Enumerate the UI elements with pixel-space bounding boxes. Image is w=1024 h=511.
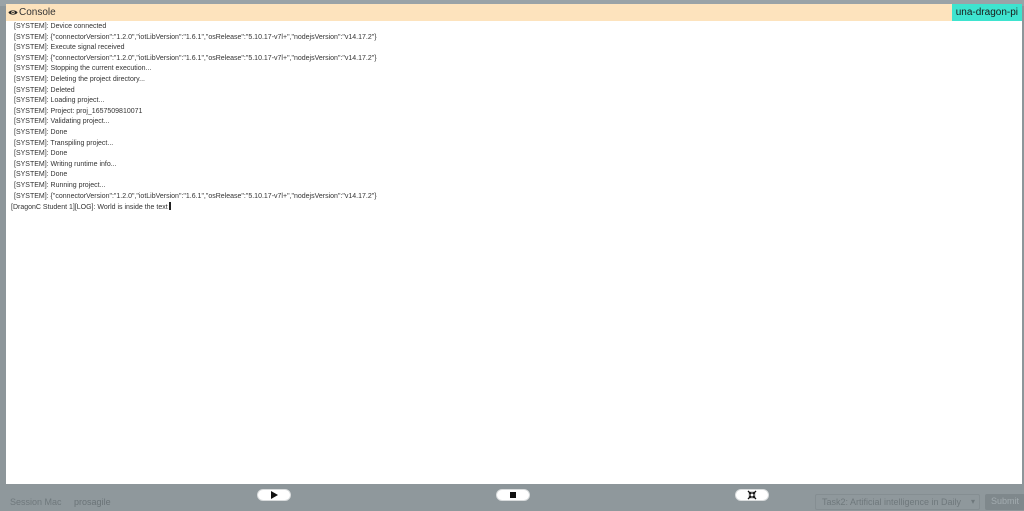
chevron-down-icon: ▾ — [970, 497, 975, 506]
log-line: [SYSTEM]: Loading project... — [14, 97, 105, 105]
log-line: [SYSTEM]: Done — [14, 171, 68, 179]
log-line-user[interactable]: [DragonC Student 1][LOG]: World is insid… — [11, 202, 1014, 213]
device-badge: una-dragon-pi — [951, 4, 1022, 21]
background-select-value: Task2: Artificial intelligence in Daily — [822, 497, 962, 507]
collapse-button[interactable] — [735, 489, 769, 501]
console-log: [SYSTEM]: Device connected [SYSTEM]: {"c… — [11, 22, 1014, 213]
log-line: [SYSTEM]: Writing runtime info... — [14, 160, 117, 168]
log-line: [SYSTEM]: Done — [14, 128, 68, 136]
text-cursor — [168, 202, 171, 211]
log-line: [SYSTEM]: Running project... — [14, 181, 106, 189]
log-line: [SYSTEM]: Deleting the project directory… — [14, 75, 145, 83]
play-button[interactable] — [257, 489, 291, 501]
log-line: [SYSTEM]: {"connectorVersion":"1.2.0","i… — [14, 192, 377, 200]
play-icon — [271, 491, 278, 499]
log-line: [SYSTEM]: Project: proj_1657509810071 — [14, 107, 143, 115]
log-line: [SYSTEM]: Done — [14, 150, 68, 158]
background-task-select: Task2: Artificial intelligence in Daily … — [815, 494, 980, 510]
stop-button[interactable] — [496, 489, 530, 501]
background-submit-button: Submit — [985, 494, 1024, 510]
log-line: [SYSTEM]: {"connectorVersion":"1.2.0","i… — [14, 33, 377, 41]
log-line: [SYSTEM]: Transpiling project... — [14, 139, 114, 147]
background-field-value: prosagile — [74, 497, 111, 507]
console-panel: Console una-dragon-pi [SYSTEM]: Device c… — [6, 4, 1022, 484]
background-session-field: Session Mac prosagile — [10, 497, 111, 507]
log-line: [SYSTEM]: Stopping the current execution… — [14, 65, 152, 73]
log-line-text: [DragonC Student 1][LOG]: World is insid… — [11, 204, 168, 212]
eye-icon[interactable] — [8, 8, 18, 17]
collapse-icon — [747, 490, 757, 500]
log-line: [SYSTEM]: Deleted — [14, 86, 75, 94]
log-line: [SYSTEM]: Execute signal received — [14, 44, 125, 52]
console-title: Console — [19, 7, 56, 18]
log-line: [SYSTEM]: {"connectorVersion":"1.2.0","i… — [14, 54, 377, 62]
background-submit-label: Submit — [991, 496, 1020, 506]
console-header: Console una-dragon-pi — [6, 4, 1022, 21]
log-line: [SYSTEM]: Device connected — [14, 23, 107, 30]
stop-icon — [510, 492, 516, 498]
background-field-label: Session Mac — [10, 497, 62, 507]
log-line: [SYSTEM]: Validating project... — [14, 118, 110, 126]
